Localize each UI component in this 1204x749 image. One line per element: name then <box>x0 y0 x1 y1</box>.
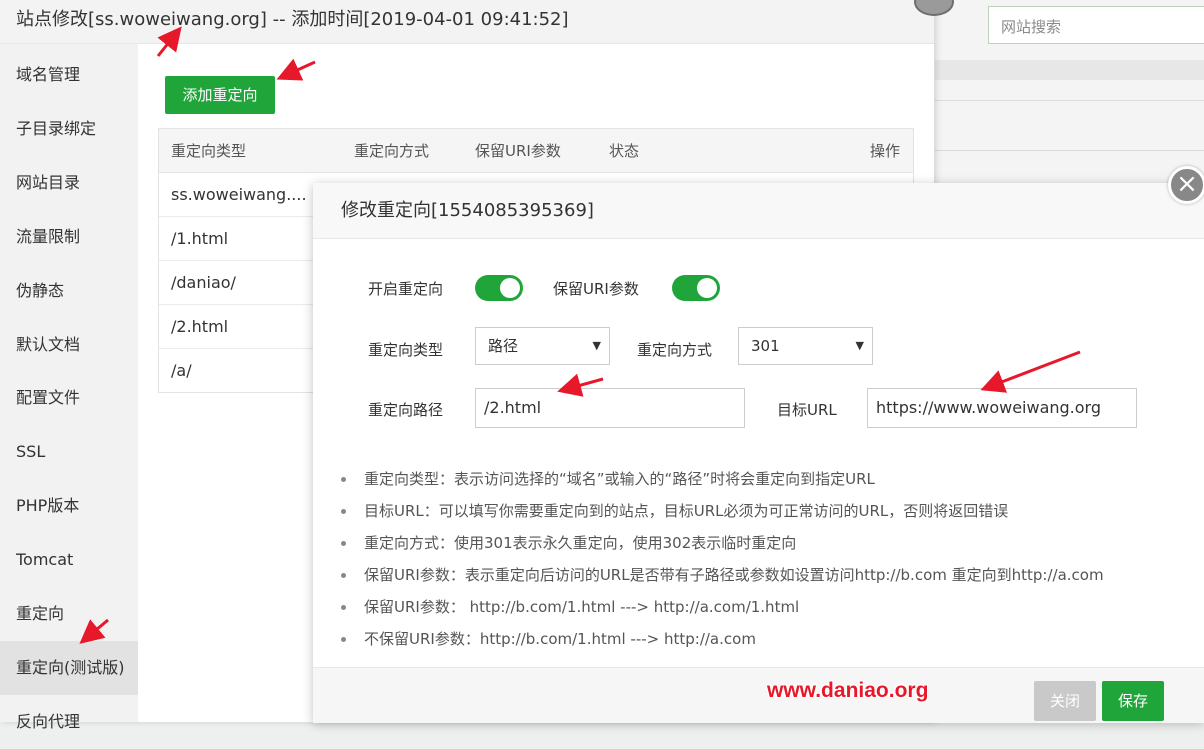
sidebar-item-rewrite[interactable]: 伪静态 <box>0 264 138 318</box>
add-redirect-button[interactable]: 添加重定向 <box>165 76 275 114</box>
toggle-knob <box>500 278 520 298</box>
redirect-type-value: 路径 <box>488 337 519 355</box>
sidebar-item-reverse-proxy[interactable]: 反向代理 <box>0 695 138 749</box>
sidebar-item-tomcat[interactable]: Tomcat <box>0 533 138 587</box>
sidebar-item-default-doc[interactable]: 默认文档 <box>0 318 138 372</box>
redirect-method-value: 301 <box>751 337 780 355</box>
edit-redirect-dialog: 修改重定向[1554085395369] 开启重定向 保留URI参数 重定向类型… <box>313 183 1204 723</box>
caret-down-icon: ▼ <box>592 339 601 352</box>
sidebar-item-config[interactable]: 配置文件 <box>0 371 138 425</box>
close-button[interactable]: 关闭 <box>1034 681 1096 721</box>
window-title: 站点修改[ss.woweiwang.org] -- 添加时间[2019-04-0… <box>0 0 934 44</box>
column-header: 重定向方式 <box>354 142 430 160</box>
bullet <box>341 605 346 610</box>
bullet <box>341 509 346 514</box>
bullet <box>341 541 346 546</box>
close-icon[interactable]: × <box>1168 166 1204 204</box>
note-text: 目标URL：可以填写你需要重定向到的站点，目标URL必须为可正常访问的URL，否… <box>364 502 1009 520</box>
redirect-path-input[interactable]: /2.html <box>475 388 745 428</box>
redirect-method-label: 重定向方式 <box>637 341 713 359</box>
table-cell: /a/ <box>171 361 192 380</box>
table-cell: /2.html <box>171 317 229 336</box>
toggle-knob <box>697 278 717 298</box>
background-strip <box>935 60 1204 80</box>
sidebar-item-ssl[interactable]: SSL <box>0 425 138 479</box>
sidebar-item-redirect-beta[interactable]: 重定向(测试版) <box>0 641 138 695</box>
sidebar-item-domain[interactable]: 域名管理 <box>0 48 138 102</box>
note-text: 保留URI参数： http://b.com/1.html ---> http:/… <box>364 598 800 616</box>
column-header: 状态 <box>609 142 640 160</box>
dialog-title: 修改重定向[1554085395369] <box>313 183 1204 239</box>
redirect-type-label: 重定向类型 <box>368 341 444 359</box>
target-url-label: 目标URL <box>777 401 837 419</box>
target-url-input[interactable]: https://www.woweiwang.org <box>867 388 1137 428</box>
sidebar-item-subdir[interactable]: 子目录绑定 <box>0 102 138 156</box>
column-header: 保留URI参数 <box>475 142 561 160</box>
caret-down-icon: ▼ <box>855 339 864 352</box>
note-text: 重定向类型：表示访问选择的“域名”或输入的“路径”时将会重定向到指定URL <box>364 470 875 488</box>
bullet <box>341 637 346 642</box>
bullet <box>341 477 346 482</box>
sidebar-item-site-dir[interactable]: 网站目录 <box>0 156 138 210</box>
table-cell: /1.html <box>171 229 229 248</box>
site-search-input[interactable]: 网站搜索 <box>988 6 1204 44</box>
enable-redirect-toggle[interactable] <box>475 275 523 301</box>
column-header: 重定向类型 <box>171 142 247 160</box>
redirect-path-label: 重定向路径 <box>368 401 444 419</box>
note-text: 不保留URI参数：http://b.com/1.html ---> http:/… <box>364 630 756 648</box>
sidebar-item-redirect[interactable]: 重定向 <box>0 587 138 641</box>
sidebar-item-php[interactable]: PHP版本 <box>0 479 138 533</box>
table-header: 重定向类型 重定向方式 保留URI参数 状态 操作 <box>159 129 913 173</box>
bullet <box>341 573 346 578</box>
table-cell: /daniao/ <box>171 273 236 292</box>
column-header: 操作 <box>870 142 901 160</box>
keep-uri-label: 保留URI参数 <box>553 280 639 298</box>
sidebar: 域名管理 子目录绑定 网站目录 流量限制 伪静态 默认文档 配置文件 SSL P… <box>0 44 138 731</box>
table-cell: ss.woweiwang.... <box>171 185 307 204</box>
redirect-type-select[interactable]: 路径 ▼ <box>475 327 610 365</box>
redirect-method-select[interactable]: 301 ▼ <box>738 327 873 365</box>
keep-uri-toggle[interactable] <box>672 275 720 301</box>
watermark: www.daniao.org <box>767 679 929 702</box>
note-text: 重定向方式：使用301表示永久重定向，使用302表示临时重定向 <box>364 534 797 552</box>
save-button[interactable]: 保存 <box>1102 681 1164 721</box>
sidebar-item-traffic-limit[interactable]: 流量限制 <box>0 210 138 264</box>
enable-redirect-label: 开启重定向 <box>368 280 444 298</box>
note-text: 保留URI参数：表示重定向后访问的URL是否带有子路径或参数如设置访问http:… <box>364 566 1104 584</box>
